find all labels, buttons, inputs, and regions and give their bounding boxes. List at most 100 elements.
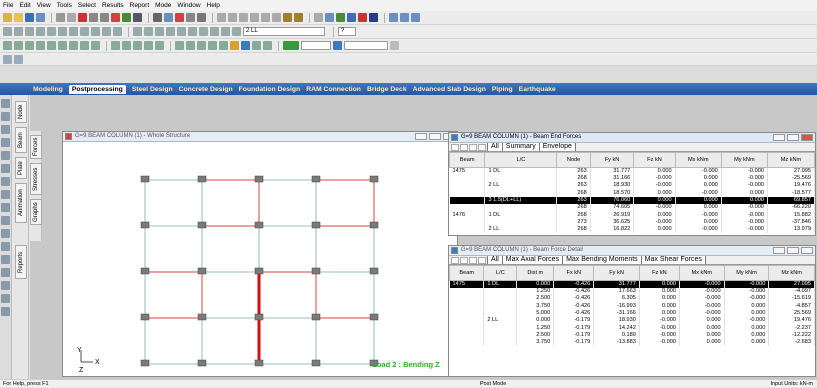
view-side-icon[interactable] — [25, 27, 34, 36]
table-row[interactable]: 2 LL 268 16.822 0.000 -0.000 -0.000 13.979 — [449, 226, 815, 234]
column-header[interactable]: Beam — [449, 152, 486, 168]
tab-all[interactable]: All — [487, 255, 503, 264]
support-node[interactable] — [197, 313, 207, 321]
rotate-down-icon[interactable] — [69, 27, 78, 36]
zoom-window-icon[interactable] — [133, 27, 142, 36]
column-header[interactable]: Dist m — [516, 265, 555, 281]
spin-box-icon[interactable] — [390, 41, 399, 50]
support-node[interactable] — [140, 221, 150, 229]
plate-cursor-icon[interactable] — [122, 41, 131, 50]
close-button[interactable] — [801, 134, 813, 141]
menu-help[interactable]: Help — [207, 2, 220, 9]
tool-icon-17[interactable] — [1, 307, 10, 316]
ribbon-tab-piping[interactable]: Piping — [492, 86, 513, 93]
table-row[interactable]: 3.750 -0.426 -16.993 0.000 -0.000 0.000 -4.857 — [449, 302, 815, 310]
support-node[interactable] — [254, 359, 264, 367]
beam-cursor-icon[interactable] — [111, 41, 120, 50]
flag-icon[interactable] — [111, 13, 120, 22]
column-header[interactable]: Beam — [449, 265, 485, 281]
next-tab-nav-icon[interactable] — [469, 257, 477, 264]
display-icon[interactable] — [221, 27, 230, 36]
rotate-left-icon[interactable] — [80, 27, 89, 36]
table-row[interactable]: 1.250 -0.426 17.663 0.000 -0.000 -0.000 -4.097 — [449, 288, 815, 296]
solid-cursor-icon[interactable] — [133, 41, 142, 50]
tool-icon-7[interactable] — [1, 177, 10, 186]
support-node[interactable] — [197, 359, 207, 367]
view-3d-icon[interactable] — [3, 27, 12, 36]
translate-icon[interactable] — [228, 13, 237, 22]
load-case-dropdown-2[interactable]: ? — [338, 27, 356, 36]
menu-view[interactable]: View — [37, 2, 51, 9]
plate-icon[interactable] — [272, 13, 281, 22]
print-icon[interactable] — [36, 13, 45, 22]
plot-icon[interactable] — [347, 13, 356, 22]
tool-icon-14[interactable] — [1, 268, 10, 277]
load-case-dropdown[interactable]: 2 LL — [243, 27, 325, 36]
column-header[interactable]: Fy kN — [593, 265, 640, 281]
tile-icon[interactable] — [389, 13, 398, 22]
menu-window[interactable]: Window — [177, 2, 200, 9]
label-nodes-icon[interactable] — [175, 41, 184, 50]
results-icon[interactable] — [3, 54, 12, 64]
dimension-icon[interactable] — [263, 41, 272, 50]
tool-icon-6[interactable] — [1, 164, 10, 173]
open-icon[interactable] — [14, 13, 23, 22]
menu-edit[interactable]: Edit — [19, 2, 30, 9]
prev-tab-nav-icon[interactable] — [460, 144, 468, 151]
maximize-button[interactable] — [787, 134, 799, 141]
tab-all[interactable]: All — [487, 142, 503, 151]
support-node[interactable] — [140, 313, 150, 321]
first-tab-nav-icon[interactable] — [451, 144, 459, 151]
cut-icon[interactable] — [56, 13, 65, 22]
ruler-icon[interactable] — [252, 41, 261, 50]
select-plates-icon[interactable] — [25, 41, 34, 50]
table-row[interactable]: 3.750 -0.179 -13.883 -0.000 0.000 0.000 -2.683 — [449, 339, 815, 347]
last-tab-nav-icon[interactable] — [478, 144, 486, 151]
structure-canvas[interactable]: Y X Z Load 2 : Bending Z — [63, 142, 457, 376]
tab-beam[interactable]: Beam — [15, 127, 27, 153]
column-header[interactable]: My kNm — [720, 152, 768, 168]
tool-icon-13[interactable] — [1, 255, 10, 264]
ribbon-tab-bridge-deck[interactable]: Bridge Deck — [367, 86, 407, 93]
tool-icon-15[interactable] — [1, 281, 10, 290]
support-node[interactable] — [311, 221, 321, 229]
support-node[interactable] — [311, 267, 321, 275]
column-header[interactable]: Fz kN — [633, 152, 676, 168]
view-front-icon[interactable] — [14, 27, 23, 36]
column-header[interactable]: L/C — [483, 265, 518, 281]
menu-file[interactable]: File — [3, 2, 13, 9]
line-icon[interactable] — [250, 13, 259, 22]
select-nodes-icon[interactable] — [3, 41, 12, 50]
blank-field-2[interactable] — [344, 41, 388, 50]
tab-summary[interactable]: Summary — [501, 142, 540, 151]
tool-icon-10[interactable] — [1, 216, 10, 225]
member-icon[interactable] — [325, 13, 334, 22]
view-top-icon[interactable] — [36, 27, 45, 36]
tool-icon-11[interactable] — [1, 229, 10, 238]
node-cursor-icon[interactable] — [91, 41, 100, 50]
tool-icon-2[interactable] — [1, 112, 10, 121]
tool-icon-9[interactable] — [1, 203, 10, 212]
dynamic-zoom-icon[interactable] — [199, 27, 208, 36]
minimize-button[interactable] — [415, 133, 427, 140]
support-node[interactable] — [311, 359, 321, 367]
menu-results[interactable]: Results — [102, 2, 124, 9]
zoom-prev-icon[interactable] — [177, 27, 186, 36]
close-button[interactable] — [801, 247, 813, 254]
tab-node[interactable]: Node — [15, 101, 27, 123]
zoom-in-icon[interactable] — [144, 27, 153, 36]
tool-icon-16[interactable] — [1, 294, 10, 303]
tab-max-axial-forces[interactable]: Max Axial Forces — [501, 255, 564, 264]
rotate-icon[interactable] — [217, 13, 226, 22]
table-row[interactable]: 268 18.570 0.000 -0.000 0.000 -18.577 — [449, 189, 815, 197]
support-node[interactable] — [254, 267, 264, 275]
node-icon[interactable] — [239, 13, 248, 22]
refresh-icon[interactable] — [232, 27, 241, 36]
member-query-icon[interactable] — [155, 41, 164, 50]
tool-icon-4[interactable] — [1, 138, 10, 147]
export-icon[interactable] — [283, 41, 299, 50]
tab-envelope[interactable]: Envelope — [538, 142, 576, 151]
select-surfaces-icon[interactable] — [47, 41, 56, 50]
ribbon-tab-modeling[interactable]: Modeling — [33, 86, 63, 93]
curve-icon[interactable] — [261, 13, 270, 22]
